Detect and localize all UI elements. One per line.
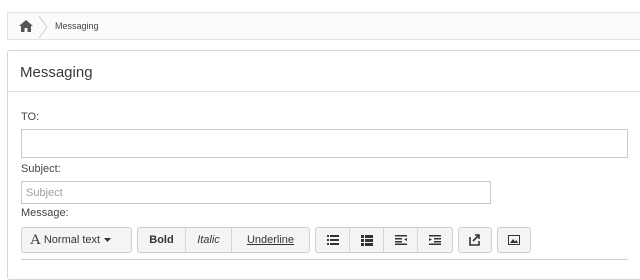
list-indent-group bbox=[315, 227, 453, 253]
font-size-label: Normal text bbox=[43, 234, 101, 246]
bold-button[interactable]: Bold bbox=[138, 228, 186, 252]
unordered-list-icon[interactable] bbox=[316, 228, 350, 252]
panel-header: Messaging bbox=[8, 51, 640, 92]
to-field[interactable] bbox=[21, 129, 628, 158]
breadcrumb-separator bbox=[38, 16, 48, 38]
link-group bbox=[458, 227, 492, 253]
home-icon[interactable] bbox=[19, 20, 33, 32]
outdent-icon[interactable] bbox=[384, 228, 418, 252]
font-size-dropdown[interactable]: A Normal text bbox=[21, 227, 132, 253]
breadcrumb: Messaging bbox=[7, 12, 640, 40]
font-size-button[interactable]: A Normal text bbox=[22, 228, 119, 252]
subject-input[interactable] bbox=[21, 181, 491, 204]
indent-icon[interactable] bbox=[418, 228, 452, 252]
caret-down-icon bbox=[104, 238, 112, 242]
to-label: TO: bbox=[21, 111, 40, 123]
message-label: Message: bbox=[21, 207, 69, 219]
ordered-list-icon[interactable] bbox=[350, 228, 384, 252]
image-group bbox=[497, 227, 531, 253]
breadcrumb-current: Messaging bbox=[55, 21, 99, 31]
text-style-group: Bold Italic Underline bbox=[137, 227, 310, 253]
page-title: Messaging bbox=[20, 64, 93, 81]
subject-label: Subject: bbox=[21, 163, 61, 175]
underline-button[interactable]: Underline bbox=[232, 228, 309, 252]
insert-link-icon[interactable] bbox=[459, 228, 491, 252]
italic-button[interactable]: Italic bbox=[186, 228, 232, 252]
font-glyph: A bbox=[30, 231, 41, 248]
insert-image-icon[interactable] bbox=[498, 228, 530, 252]
